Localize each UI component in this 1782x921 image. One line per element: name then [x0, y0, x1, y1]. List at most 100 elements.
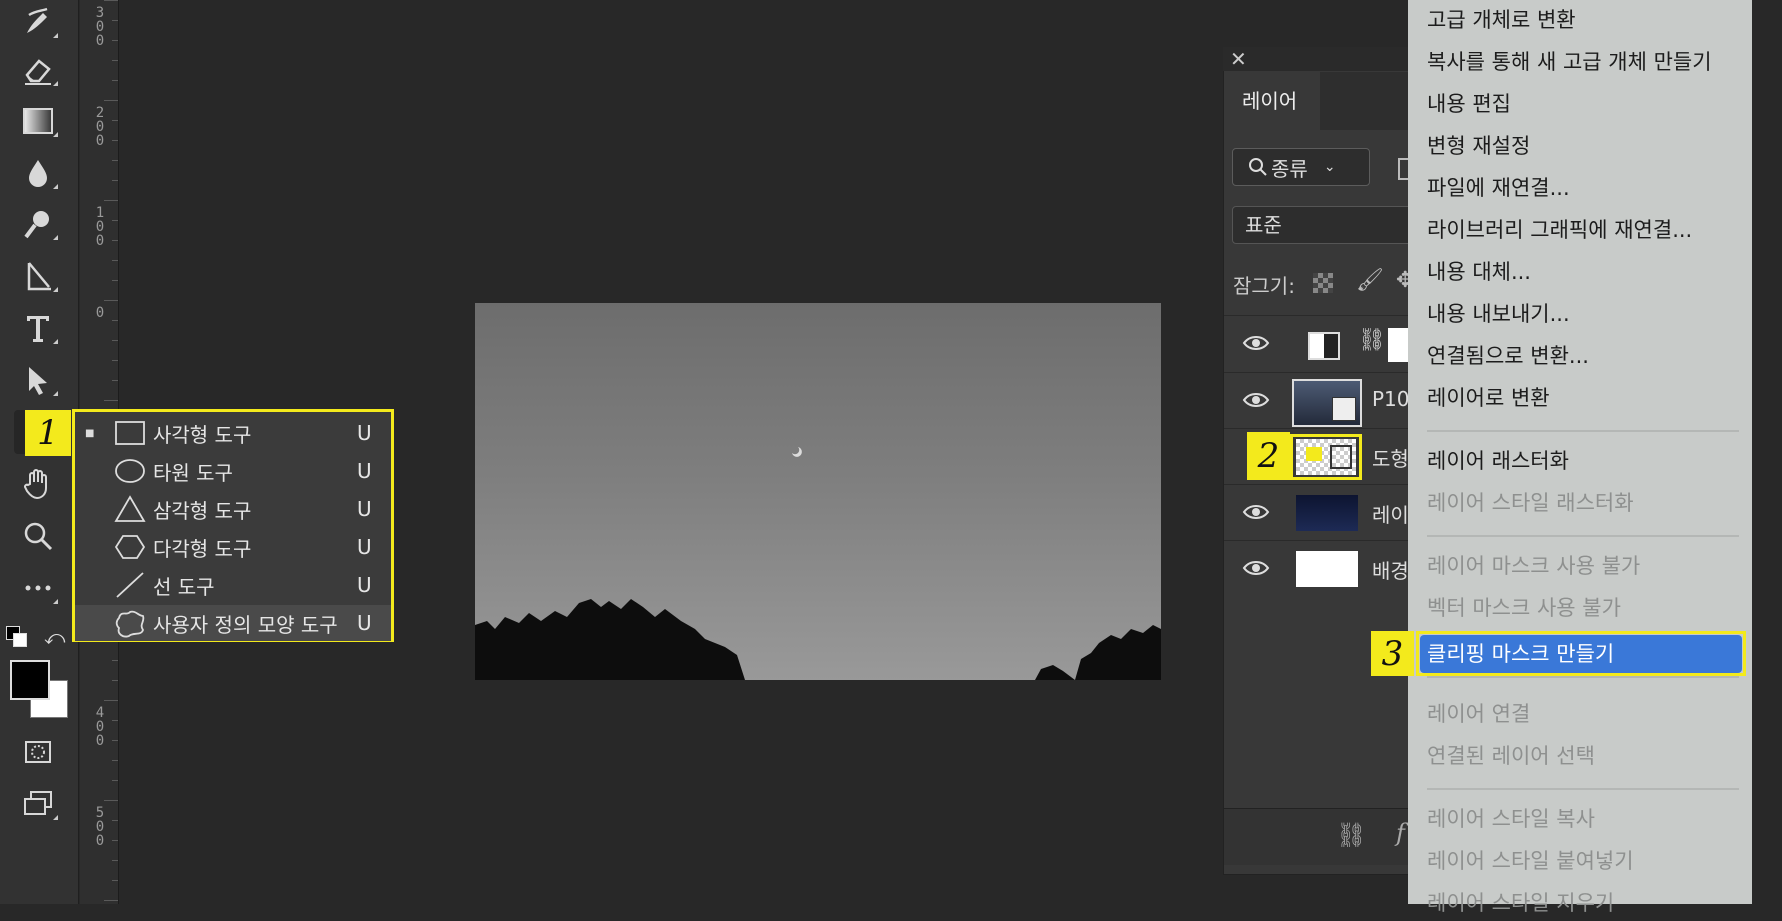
menu-item[interactable]: 연결됨으로 변환... — [1427, 338, 1589, 374]
path-selection-tool-button[interactable] — [14, 254, 62, 298]
menu-item[interactable]: 고급 개체로 변환 — [1427, 2, 1576, 38]
ruler-tick — [112, 260, 118, 261]
menu-item[interactable]: 내용 편집 — [1427, 86, 1511, 122]
ruler-label: 0 — [95, 833, 105, 849]
visibility-eye-icon[interactable] — [1242, 503, 1270, 521]
layer-name: 도형 — [1372, 447, 1409, 471]
layer-filter-dropdown[interactable]: 종류 ⌄ — [1232, 148, 1370, 186]
layer-thumbnail — [1296, 551, 1358, 587]
menu-item[interactable]: 복사를 통해 새 고급 개체 만들기 — [1427, 44, 1712, 80]
menu-item[interactable]: 라이브러리 그래픽에 재연결... — [1427, 212, 1692, 248]
water-drop-icon — [29, 160, 47, 187]
ruler-tick — [104, 300, 118, 301]
shortcut-key: U — [357, 573, 372, 597]
ruler-label: 0 — [95, 305, 105, 321]
dodge-tool-button[interactable] — [14, 202, 62, 246]
close-panel-icon[interactable]: ✕ — [1230, 47, 1247, 71]
menu-item: 연결된 레이어 선택 — [1427, 744, 1595, 768]
menu-item[interactable]: 내용 내보내기... — [1427, 296, 1570, 332]
menu-item: 벡터 마스크 사용 불가 — [1427, 596, 1621, 620]
ruler-tick — [112, 220, 118, 221]
blend-mode-dropdown[interactable]: 표준 — [1232, 206, 1414, 244]
selected-bullet: ■ — [85, 427, 95, 439]
type-tool-button[interactable] — [14, 306, 62, 350]
more-tools-button[interactable] — [14, 566, 62, 610]
lock-image-pixels-icon[interactable]: 🖌 — [1356, 268, 1384, 293]
pen-angle-icon — [27, 262, 51, 291]
visibility-eye-icon[interactable] — [1242, 559, 1270, 577]
ruler-tick — [112, 140, 118, 141]
eraser-icon — [25, 59, 51, 85]
flyout-item-label: 다각형 도구 — [153, 536, 252, 561]
ruler-tick — [112, 180, 118, 181]
menu-separator — [1427, 676, 1739, 678]
ruler-tick — [112, 80, 118, 81]
default-colors-icon[interactable] — [6, 626, 28, 648]
ruler-tick — [104, 900, 118, 901]
zoom-tool-button[interactable] — [14, 514, 62, 558]
swap-colors-icon[interactable]: ⤺ — [44, 626, 66, 648]
shortcut-key: U — [357, 421, 372, 445]
flyout-item-label: 삼각형 도구 — [153, 498, 252, 523]
layer-row[interactable]: ⛓ — [1224, 315, 1412, 372]
ruler-label: 5 — [95, 805, 105, 821]
eraser-tool-button[interactable] — [14, 48, 62, 92]
quick-mask-icon — [25, 741, 51, 763]
visibility-eye-icon[interactable] — [1242, 334, 1270, 352]
flyout-item-rectangle[interactable]: ■ 사각형 도구 U — [75, 415, 391, 451]
blur-tool-button[interactable] — [14, 151, 62, 195]
yellow-shape-fill — [1306, 447, 1322, 461]
brush-tool-button[interactable] — [14, 0, 62, 44]
menu-item[interactable]: 내용 대체... — [1427, 254, 1531, 290]
ruler-label: 0 — [95, 33, 105, 49]
layer-row[interactable]: 배경 — [1224, 540, 1412, 597]
line-icon — [116, 572, 144, 598]
ruler-tick — [112, 280, 118, 281]
brush-icon — [27, 7, 48, 33]
chevron-down-icon: ⌄ — [1323, 159, 1336, 175]
flyout-item-custom-shape[interactable]: 사용자 정의 모양 도구 U — [75, 605, 391, 641]
flyout-item-line[interactable]: 선 도구 U — [75, 567, 391, 603]
lock-label: 잠그기: — [1233, 274, 1295, 298]
gradient-tool-button[interactable] — [14, 99, 62, 143]
foreground-color-swatch[interactable] — [10, 660, 50, 700]
flyout-item-triangle[interactable]: 삼각형 도구 U — [75, 491, 391, 527]
menu-item: 레이어 스타일 지우기 — [1427, 891, 1615, 915]
link-layers-icon[interactable]: ⛓ — [1336, 821, 1366, 849]
menu-item[interactable]: 레이어 래스터화 — [1427, 443, 1569, 479]
shortcut-key: U — [357, 459, 372, 483]
document-canvas[interactable] — [475, 303, 1161, 680]
flyout-item-polygon[interactable]: 다각형 도구 U — [75, 529, 391, 565]
flyout-item-ellipse[interactable]: 타원 도구 U — [75, 453, 391, 489]
ruler-label: 3 — [95, 5, 105, 21]
direct-selection-tool-button[interactable] — [14, 358, 62, 402]
ruler-tick — [112, 340, 118, 341]
ruler-tick — [112, 40, 118, 41]
screen-mode-button[interactable] — [14, 782, 62, 826]
hand-icon — [24, 469, 47, 500]
ruler-label: 0 — [95, 219, 105, 235]
menu-item[interactable]: 레이어로 변환 — [1427, 380, 1550, 416]
smart-object-icon — [1332, 397, 1356, 421]
shortcut-key: U — [357, 535, 372, 559]
hand-tool-button[interactable] — [14, 462, 62, 506]
lock-transparent-pixels-icon[interactable] — [1313, 273, 1333, 293]
layer-row[interactable]: 레이 — [1224, 484, 1412, 541]
ruler-tick — [112, 740, 118, 741]
layer-style-icon[interactable]: f — [1396, 819, 1405, 847]
link-chain-icon: ⛓ — [1358, 328, 1386, 353]
layer-row[interactable]: P10 — [1224, 372, 1412, 429]
magnifier-icon — [24, 522, 53, 551]
menu-item: 레이어 스타일 붙여넣기 — [1427, 849, 1634, 873]
tab-layers[interactable]: 레이어 — [1224, 72, 1320, 130]
ruler-label: 0 — [95, 733, 105, 749]
menu-item: 레이어 마스크 사용 불가 — [1427, 554, 1641, 578]
screen-mode-icon — [24, 791, 52, 815]
ruler-tick — [112, 240, 118, 241]
menu-item[interactable]: 파일에 재연결... — [1427, 170, 1570, 206]
visibility-eye-icon[interactable] — [1242, 391, 1270, 409]
menu-item[interactable]: 변형 재설정 — [1427, 128, 1530, 164]
layer-thumbnail — [1296, 439, 1356, 475]
rectangle-icon — [115, 421, 145, 445]
quick-mask-button[interactable] — [14, 730, 62, 774]
